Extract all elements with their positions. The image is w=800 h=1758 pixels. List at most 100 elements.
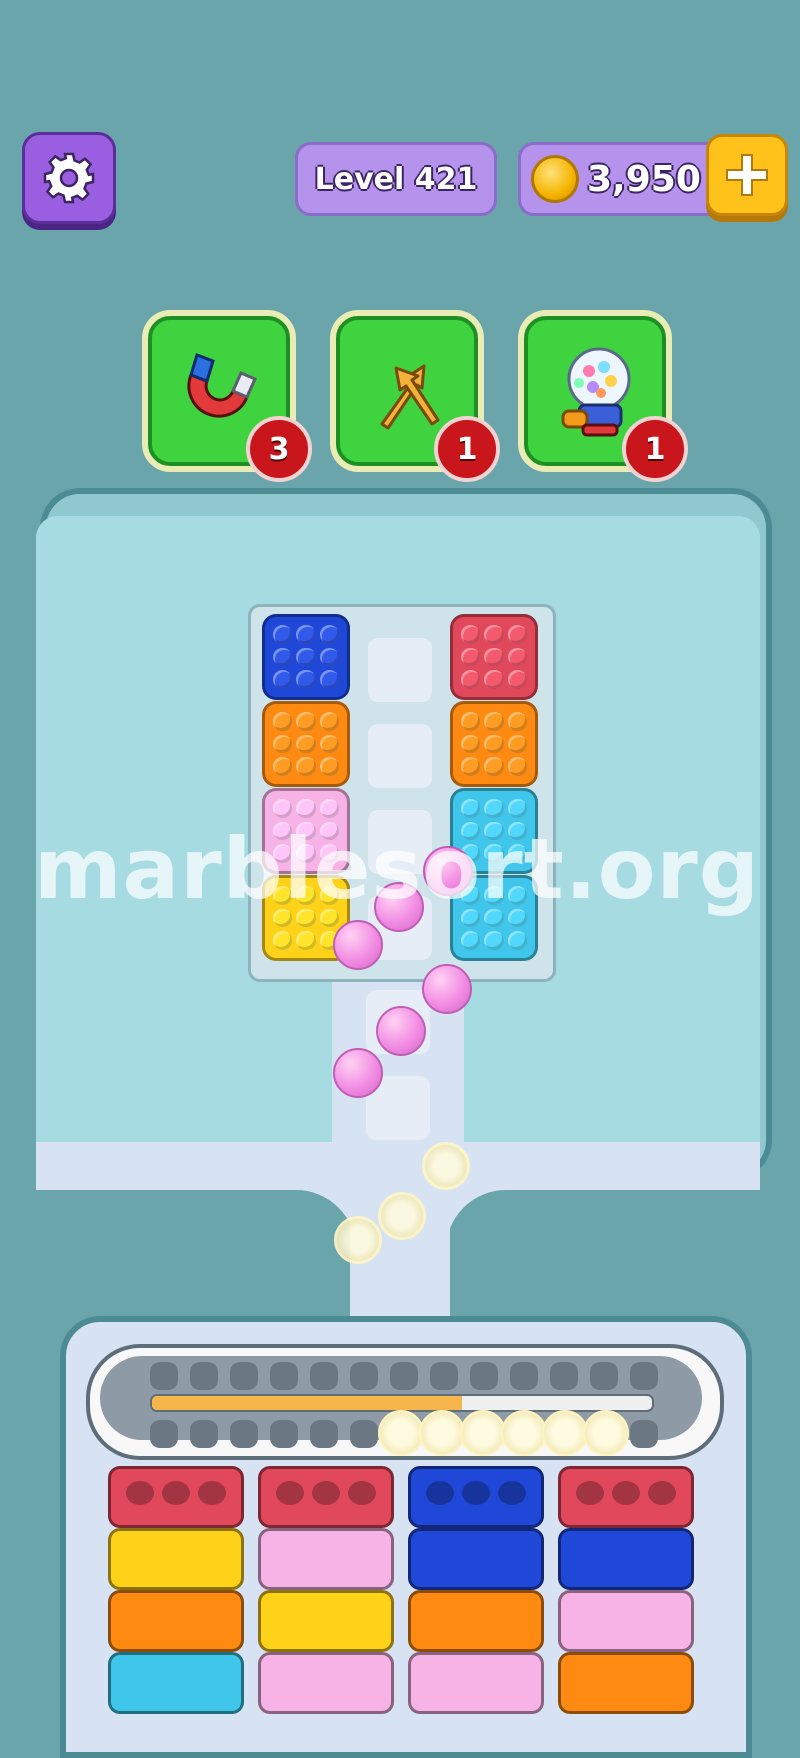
tube-hole	[162, 1481, 190, 1505]
magnet-icon	[187, 353, 257, 418]
funnel-wall-right	[446, 1190, 760, 1300]
block-bump	[507, 647, 527, 667]
tube-segment-yellow	[258, 1590, 394, 1652]
block-bump	[484, 757, 504, 776]
conveyor-slot	[390, 1362, 418, 1390]
marble	[376, 1006, 426, 1056]
funnel-wall-left	[36, 1190, 356, 1300]
marble	[333, 920, 383, 970]
tube-hole	[426, 1481, 454, 1505]
marble	[422, 964, 472, 1014]
block-orange[interactable]	[262, 701, 350, 787]
tube-hole	[276, 1481, 304, 1505]
block-bump	[319, 757, 339, 776]
conveyor-slot	[270, 1420, 298, 1448]
conveyor-marble	[583, 1410, 629, 1456]
block-red[interactable]	[450, 614, 538, 700]
block-bump	[507, 712, 527, 731]
block-bump	[319, 799, 339, 818]
block-blue[interactable]	[262, 614, 350, 700]
tube-hole	[462, 1481, 490, 1505]
block-bump	[507, 799, 527, 818]
tube-cap-blue[interactable]	[408, 1466, 544, 1528]
booster-magnet[interactable]: 3	[148, 316, 312, 482]
tube-cap-red[interactable]	[108, 1466, 244, 1528]
block-bump	[484, 647, 504, 667]
conveyor-marble	[378, 1410, 424, 1456]
block-bump	[461, 799, 481, 818]
conveyor-marble	[460, 1410, 506, 1456]
block-bump	[273, 799, 293, 818]
block-bump	[461, 757, 481, 776]
gumball-machine-icon	[561, 347, 631, 437]
marble-ghost	[334, 1216, 382, 1264]
settings-button[interactable]	[22, 132, 116, 224]
tube-hole	[312, 1481, 340, 1505]
booster-shuffle[interactable]: 1	[336, 316, 500, 482]
block-bump	[484, 931, 504, 950]
block-bump	[484, 712, 504, 731]
block-bump	[296, 734, 316, 754]
tube-segment-blue	[408, 1528, 544, 1590]
conveyor-slot	[590, 1362, 618, 1390]
block-orange[interactable]	[450, 701, 538, 787]
tube-holes	[261, 1469, 391, 1505]
conveyor-slot	[550, 1362, 578, 1390]
block-bump	[507, 625, 527, 644]
block-bump	[319, 625, 339, 644]
level-indicator: Level 421	[295, 142, 497, 216]
marble	[333, 1048, 383, 1098]
block-bump	[273, 647, 293, 667]
block-bump	[507, 734, 527, 754]
conveyor-slot	[310, 1420, 338, 1448]
block-bump	[296, 670, 316, 689]
booster-gumball[interactable]: 1	[524, 316, 688, 482]
block-bump	[319, 670, 339, 689]
empty-slot	[368, 638, 432, 702]
conveyor-slot	[430, 1362, 458, 1390]
tube-segment-orange	[408, 1590, 544, 1652]
block-bump	[484, 625, 504, 644]
add-coins-button[interactable]	[706, 134, 788, 216]
block-bump	[296, 625, 316, 644]
tube-segment-orange	[108, 1590, 244, 1652]
block-bump	[507, 670, 527, 689]
tube-hole	[126, 1481, 154, 1505]
conveyor-slot	[190, 1420, 218, 1448]
tube-cap-red[interactable]	[258, 1466, 394, 1528]
block-bump	[273, 670, 293, 689]
tube-segment-blue	[558, 1528, 694, 1590]
coin-amount: 3,950	[587, 158, 701, 200]
tube-cap-red[interactable]	[558, 1466, 694, 1528]
tube-segment-pink	[558, 1590, 694, 1652]
tube-segment-pink	[258, 1528, 394, 1590]
conveyor-slot	[230, 1420, 258, 1448]
coin-counter: 3,950	[518, 142, 734, 216]
tube-segment-pink	[408, 1652, 544, 1714]
conveyor-slot	[190, 1362, 218, 1390]
conveyor-marble	[419, 1410, 465, 1456]
block-bump	[273, 757, 293, 776]
block-bump	[461, 670, 481, 689]
booster-count-badge: 3	[246, 416, 312, 482]
conveyor-slot	[150, 1420, 178, 1448]
conveyor-marble	[501, 1410, 547, 1456]
tube-hole	[612, 1481, 640, 1505]
block-bump	[507, 931, 527, 950]
tube-hole	[576, 1481, 604, 1505]
conveyor-slot	[230, 1362, 258, 1390]
tube-hole	[648, 1481, 676, 1505]
conveyor-slot	[630, 1362, 658, 1390]
empty-slot	[368, 724, 432, 788]
block-bump	[484, 734, 504, 754]
block-bump	[461, 712, 481, 731]
block-bump	[461, 647, 481, 667]
tube-holes	[111, 1469, 241, 1505]
block-bump	[296, 712, 316, 731]
block-bump	[319, 647, 339, 667]
block-bump	[461, 931, 481, 950]
plus-icon	[726, 154, 768, 196]
block-bump	[273, 625, 293, 644]
conveyor-slot	[310, 1362, 338, 1390]
block-bump	[484, 670, 504, 689]
